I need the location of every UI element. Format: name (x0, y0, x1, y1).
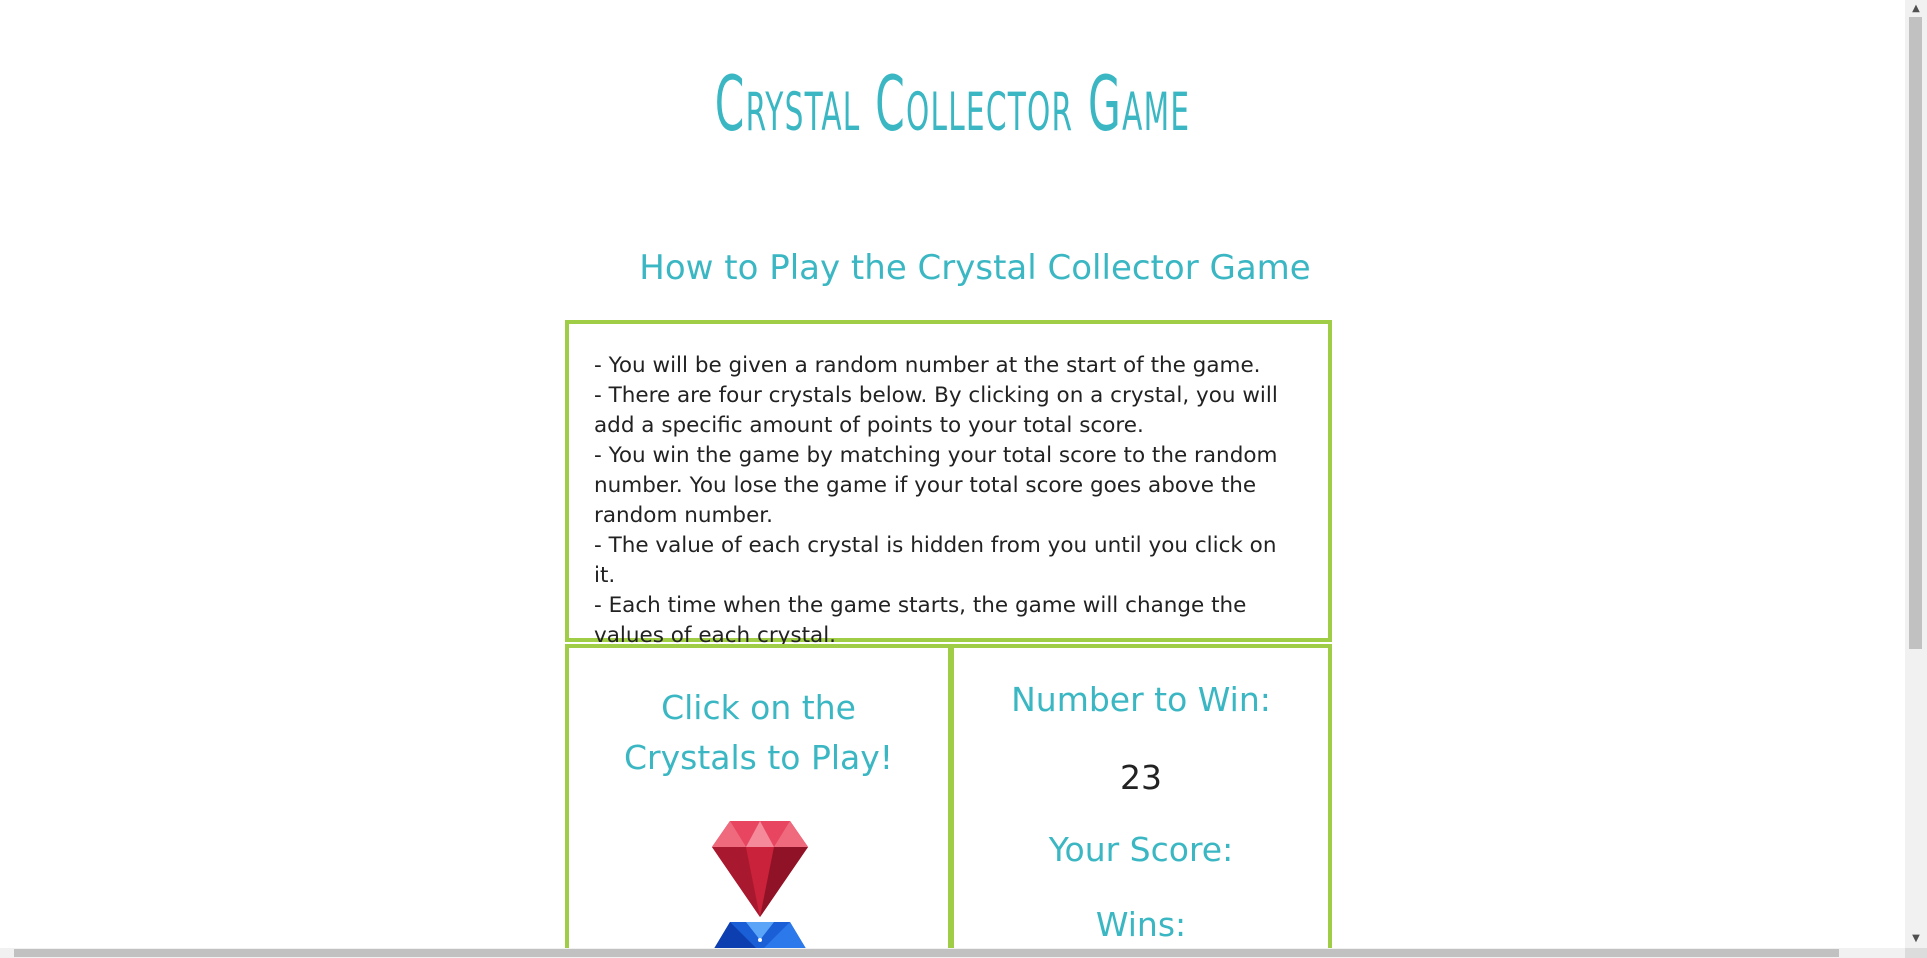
rule-item: - You win the game by matching your tota… (594, 443, 1278, 528)
horizontal-scroll-thumb[interactable] (14, 949, 1839, 957)
horizontal-scrollbar[interactable] (0, 948, 1905, 958)
rule-item: - There are four crystals below. By clic… (594, 383, 1278, 438)
rule-item: - Each time when the game starts, the ga… (594, 593, 1247, 648)
page-title: Crystal Collector Game (714, 59, 1191, 148)
scrollbar-corner (1905, 948, 1927, 958)
red-crystal-button[interactable] (712, 821, 808, 921)
stats-panel: Number to Win: 23 Your Score: Wins: (950, 644, 1332, 958)
vertical-scroll-thumb[interactable] (1909, 17, 1922, 649)
crystals-panel: Click on the Crystals to Play! (565, 644, 952, 958)
rule-item: - The value of each crystal is hidden fr… (594, 533, 1277, 588)
rule-item: - You will be given a random number at t… (594, 353, 1261, 378)
number-to-win-label: Number to Win: (1011, 680, 1271, 719)
scroll-down-arrow-icon[interactable]: ▼ (1905, 930, 1927, 947)
vertical-scrollbar[interactable]: ▲ ▼ (1905, 0, 1927, 958)
scroll-up-arrow-icon[interactable]: ▲ (1905, 0, 1927, 17)
red-crystal-icon (712, 821, 808, 917)
play-heading: Click on the Crystals to Play! (623, 688, 893, 777)
wins-label: Wins: (1095, 905, 1187, 944)
game-page: Crystal Collector Game How to Play the C… (0, 0, 1927, 958)
rules-box: - You will be given a random number at t… (565, 320, 1332, 648)
target-number: 23 (1120, 758, 1162, 797)
your-score-label: Your Score: (1048, 830, 1234, 869)
instructions-heading: How to Play the Crystal Collector Game (639, 248, 1311, 288)
